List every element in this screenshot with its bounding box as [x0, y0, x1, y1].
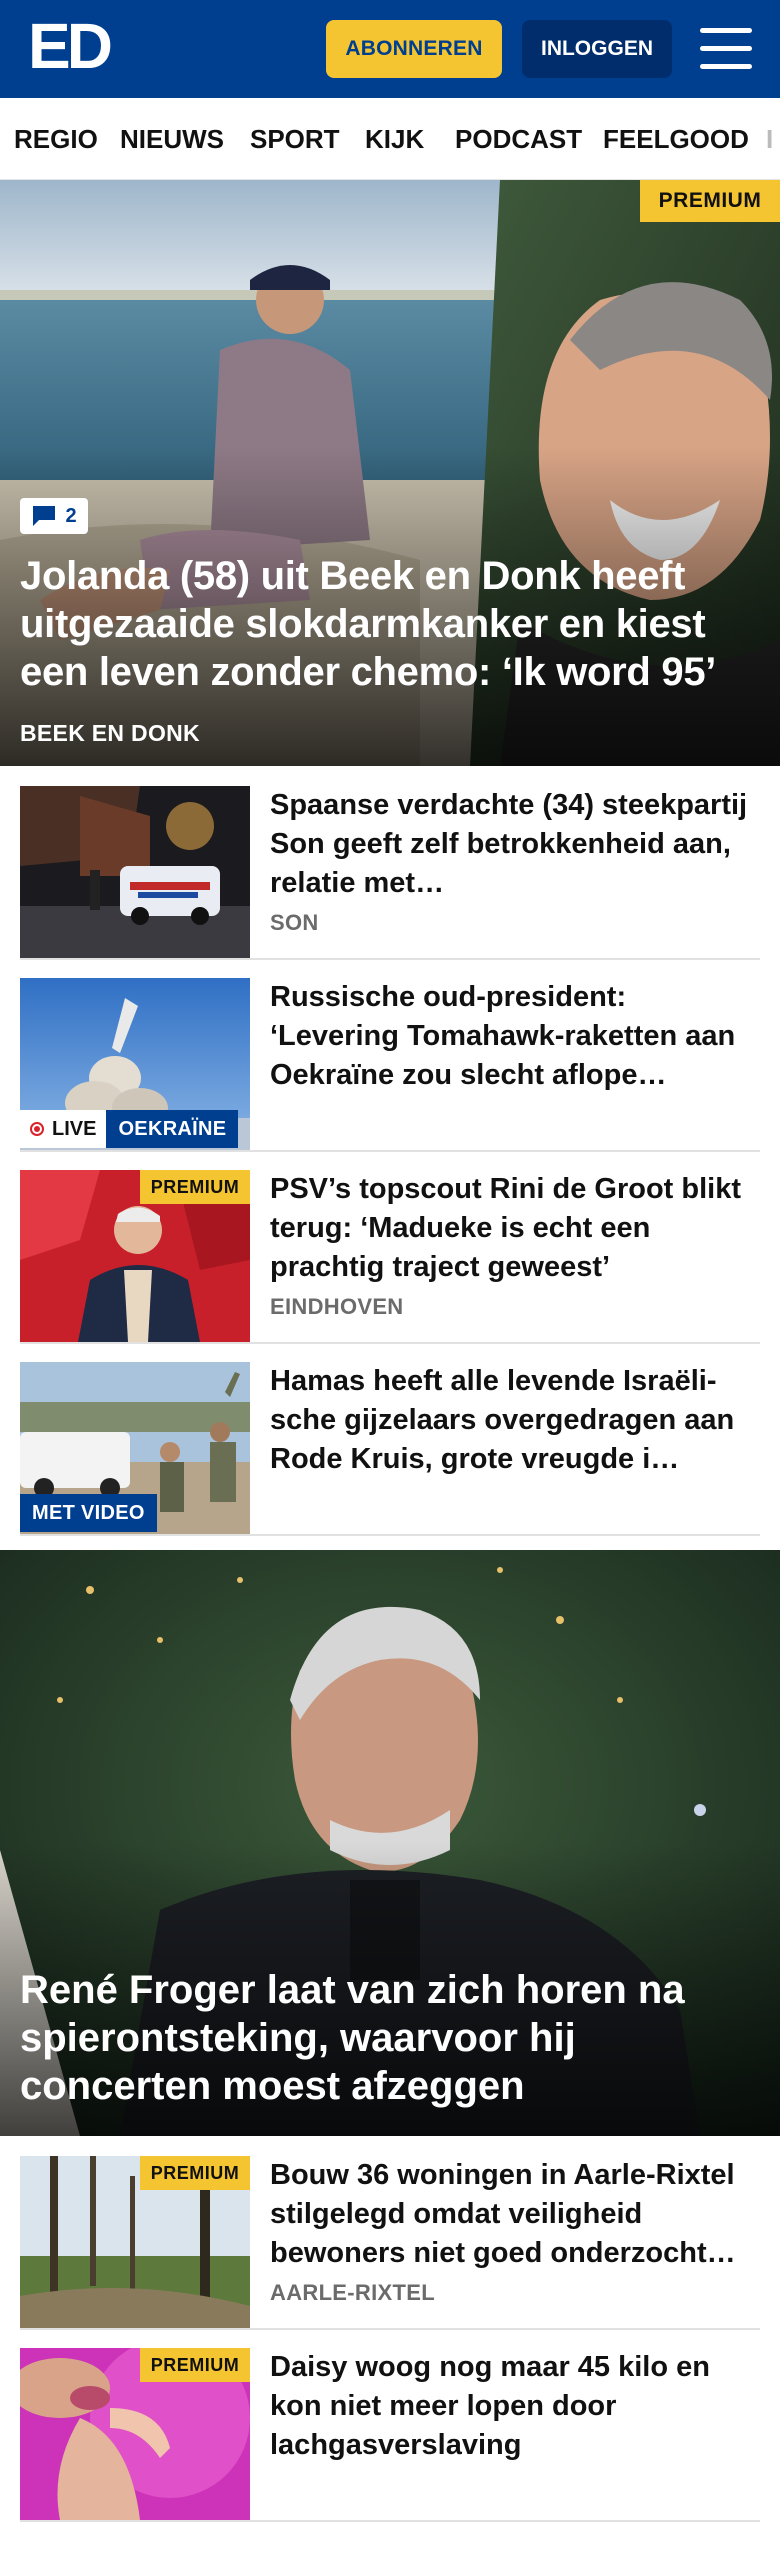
premium-badge: PREMIUM [140, 2156, 250, 2190]
article-item[interactable]: Spaanse verdachte (34) steekpartij Son g… [20, 786, 760, 960]
premium-badge: PREMIUM [140, 2348, 250, 2382]
topic-badge: OEKRAÏNE [106, 1110, 239, 1148]
nav-item-nieuws[interactable]: NIEUWS [120, 124, 224, 155]
hero-place: BEEK EN DONK [20, 720, 200, 746]
video-badge: MET VIDEO [20, 1494, 157, 1532]
article-item[interactable]: PREMIUM PSV’s topscout Rini de Groot bli… [20, 1170, 760, 1344]
article-item[interactable]: MET VIDEO Hamas heeft alle levende Israë… [20, 1362, 760, 1536]
article-title[interactable]: PSV’s topscout Rini de Groot blikt terug… [270, 1170, 762, 1287]
login-button[interactable]: INLOGGEN [522, 20, 672, 78]
live-label: LIVE [52, 1117, 97, 1140]
comment-count-badge[interactable]: 2 [20, 498, 88, 534]
nav-item-kijk[interactable]: KIJK [365, 124, 424, 155]
hamburger-menu-icon[interactable] [700, 28, 752, 70]
article-title[interactable]: Spaanse verdachte (34) steekpartij Son g… [270, 786, 762, 903]
hero-2-title[interactable]: René Froger laat van zich horen na spier… [20, 1966, 765, 2110]
hero-title[interactable]: Jolanda (58) uit Beek en Donk heeft uitg… [20, 552, 765, 696]
nav-item-regio[interactable]: REGIO [14, 124, 98, 155]
nav-item-feelgood[interactable]: FEELGOOD [603, 124, 749, 155]
live-tag: LIVE OEKRAÏNE [20, 1110, 239, 1148]
article-title[interactable]: Daisy woog nog maar 45 kilo en kon niet … [270, 2348, 762, 2465]
article-item[interactable]: LIVE OEKRAÏNE Russische oud-president: ‘… [20, 978, 760, 1152]
premium-badge: PREMIUM [140, 1170, 250, 1204]
article-place: SON [270, 910, 319, 935]
live-dot-icon [30, 1122, 44, 1136]
section-nav: REGIO NIEUWS SPORT KIJK PODCAST FEELGOOD… [0, 98, 780, 180]
article-thumbnail [20, 786, 250, 958]
article-item[interactable]: PREMIUM Bouw 36 woningen in Aarle-Rix­te… [20, 2156, 760, 2330]
premium-badge: PREMIUM [640, 180, 780, 222]
site-header: ED ABONNEREN INLOGGEN [0, 0, 780, 98]
comment-count: 2 [65, 504, 77, 527]
article-title[interactable]: Russische oud-president: ‘Levering Tomah… [270, 978, 762, 1095]
article-place: AARLE-RIXTEL [270, 2280, 435, 2305]
nav-item-podcast[interactable]: PODCAST [455, 124, 582, 155]
article-place: EINDHOVEN [270, 1294, 404, 1319]
nav-item-sport[interactable]: SPORT [250, 124, 340, 155]
comment-icon [33, 506, 56, 526]
article-title[interactable]: Hamas heeft alle levende Israëli­sche gi… [270, 1362, 762, 1479]
logo[interactable]: ED [0, 0, 130, 98]
live-badge: LIVE [20, 1110, 107, 1148]
article-item[interactable]: PREMIUM Daisy woog nog maar 45 kilo en k… [20, 2348, 760, 2522]
nav-item-more[interactable]: I [766, 124, 773, 155]
subscribe-button[interactable]: ABONNEREN [326, 20, 502, 78]
article-title[interactable]: Bouw 36 woningen in Aarle-Rix­tel stilge… [270, 2156, 762, 2273]
logo-text: ED [28, 10, 113, 82]
